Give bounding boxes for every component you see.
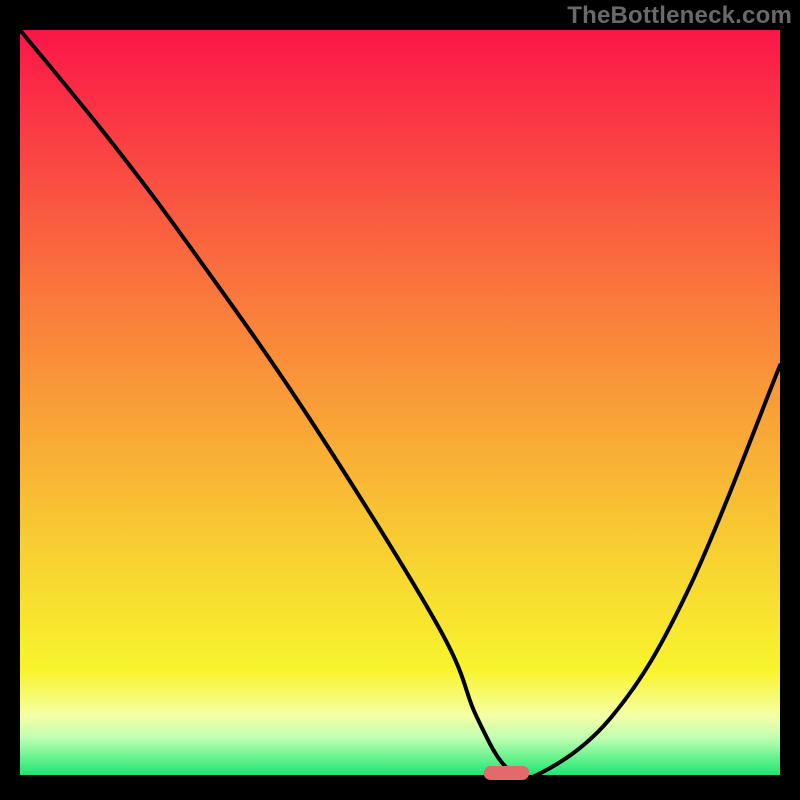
- plot-area: [20, 30, 780, 775]
- optimal-marker: [484, 766, 530, 780]
- watermark-text: TheBottleneck.com: [567, 2, 792, 30]
- bottleneck-chart: [0, 0, 800, 800]
- chart-container: TheBottleneck.com: [0, 0, 800, 800]
